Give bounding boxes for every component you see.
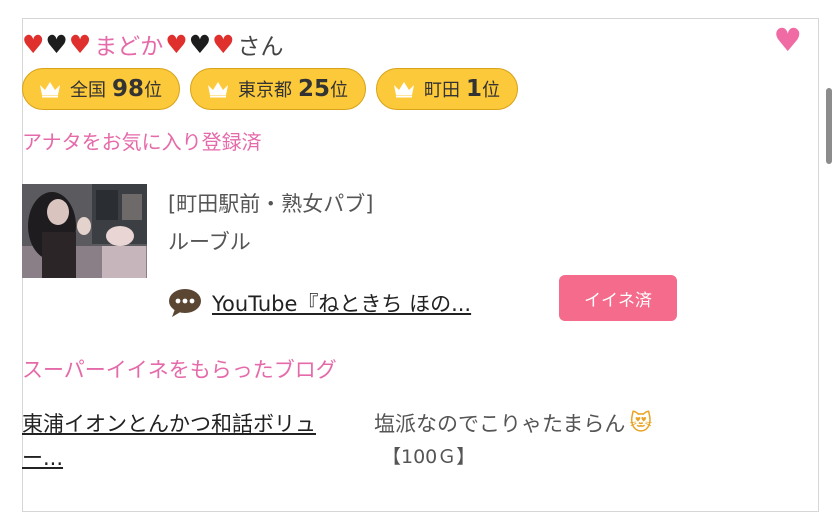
black-heart-icon: ♥ [45,29,68,59]
photo-image [22,184,147,278]
user-name-row: ♥ ♥ ♥ まどか ♥ ♥ ♥ さん [22,24,284,64]
hearts-right: ♥ ♥ ♥ [165,32,235,57]
rank-badge-national: 全国 98 位 [22,68,181,110]
comment-text: 塩派なのでこりゃたまらん [374,412,626,436]
shop-photo[interactable] [22,184,147,278]
rank-badges: 全国 98 位 東京都 25 位 町田 1 位 [22,68,519,110]
rank-badge-machida: 町田 1 位 [376,68,519,110]
crown-icon [208,82,229,98]
scrollbar[interactable] [826,88,832,164]
black-heart-icon: ♥ [188,29,212,59]
rank-area: 東京都 [238,80,293,101]
rank-badge-tokyo: 東京都 25 位 [190,68,367,110]
super-like-heading: スーパーイイネをもらったブログ [22,358,337,382]
favorite-status: アナタをお気に入り登録済 [22,130,262,154]
crown-icon [394,82,415,98]
latest-blog: YouTube『ねときち ほの... [168,288,471,318]
crown-icon [40,82,60,98]
red-heart-icon: ♥ [212,29,235,59]
user-name: まどか [94,34,164,60]
super-like-blog-link-cont[interactable]: ー... [22,442,63,472]
rank-unit: 位 [144,80,163,101]
favorite-heart-icon[interactable]: ♥ [773,24,802,56]
rank-area: 町田 [424,80,461,101]
red-heart-icon: ♥ [165,29,188,59]
rank-unit: 位 [330,80,349,101]
honorific: さん [237,34,284,60]
super-like-points: 【100Ｇ】 [382,446,476,468]
like-button[interactable]: イイネ済 [559,275,677,321]
red-heart-icon: ♥ [22,29,45,59]
shop-name[interactable]: ルーブル [168,226,251,256]
super-like-blog-link[interactable]: 東浦イオンとんかつ和話ボリュ [22,408,316,438]
rank-number: 1 [466,76,483,102]
blog-title-link[interactable]: YouTube『ねときち ほの... [212,288,471,318]
rank-area: 全国 [70,80,106,101]
rank-number: 25 [298,76,331,102]
red-heart-icon: ♥ [68,29,92,59]
rank-number: 98 [112,76,145,102]
heart-eyes-cat-icon: 😻 [629,410,653,436]
hearts-left: ♥ ♥ ♥ [22,32,92,57]
speech-bubble-icon [169,289,201,317]
rank-unit: 位 [482,80,501,101]
shop-category: [町田駅前・熟女パブ] [168,192,374,216]
super-like-comment: 塩派なのでこりゃたまらん 😻 [374,408,652,438]
